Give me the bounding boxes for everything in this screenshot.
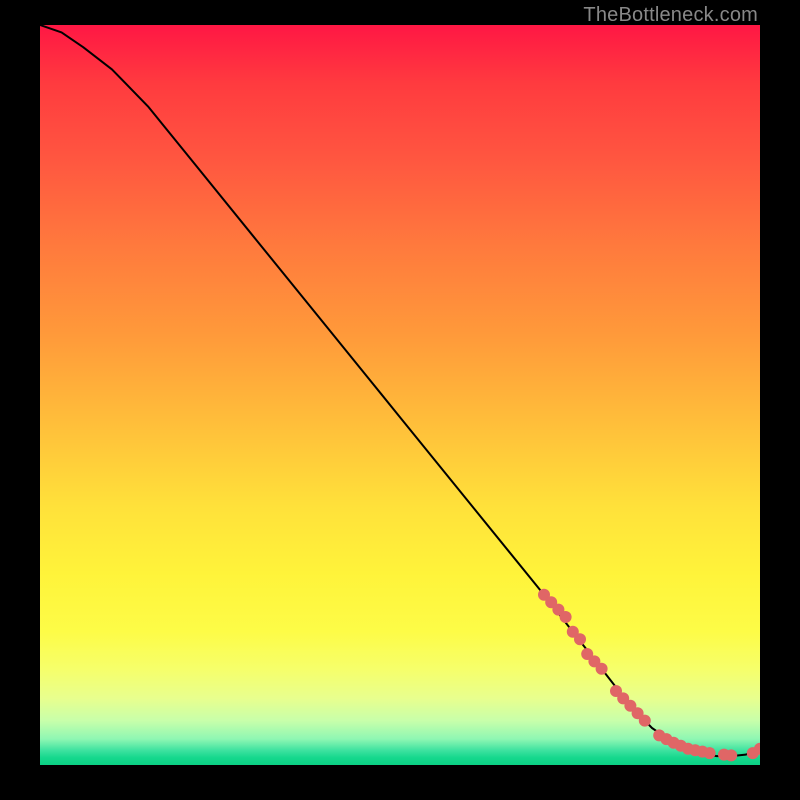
highlight-point <box>639 715 651 727</box>
highlight-point <box>704 747 716 759</box>
highlight-point <box>725 749 737 761</box>
curve-line <box>40 25 760 756</box>
chart-frame: TheBottleneck.com <box>0 0 800 800</box>
highlight-point <box>574 633 586 645</box>
highlight-point <box>596 663 608 675</box>
highlight-point <box>560 611 572 623</box>
chart-overlay <box>40 25 760 765</box>
watermark-text: TheBottleneck.com <box>583 4 758 27</box>
plot-area <box>40 25 760 765</box>
